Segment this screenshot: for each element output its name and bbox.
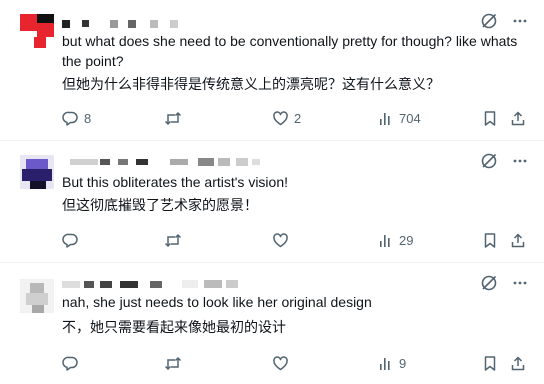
tweet-translation: 但这彻底摧毁了艺术家的愿景！ [62, 197, 258, 213]
grok-icon[interactable] [480, 152, 498, 170]
bookmark-icon [484, 356, 496, 371]
grok-icon[interactable] [480, 274, 498, 292]
view-count: 9 [399, 356, 407, 371]
views-button[interactable]: 9 [378, 355, 406, 372]
avatar[interactable] [20, 14, 54, 48]
views-icon [380, 235, 390, 247]
tweet-text: But this obliterates the artist's vision… [62, 172, 524, 215]
retweet-button[interactable] [164, 110, 187, 127]
bookmark-button[interactable] [482, 232, 498, 249]
avatar[interactable] [20, 155, 54, 189]
reply-icon [62, 111, 78, 126]
share-button[interactable] [510, 355, 526, 372]
like-button[interactable] [272, 232, 294, 249]
grok-icon[interactable] [480, 12, 498, 30]
more-icon[interactable] [512, 275, 528, 291]
retweet-icon [164, 356, 182, 371]
reply-icon [62, 233, 78, 248]
reply-button[interactable]: 8 [62, 110, 91, 127]
like-icon [273, 111, 288, 126]
avatar[interactable] [20, 279, 54, 313]
tweet-text-en-line-2: the point? [62, 53, 124, 69]
share-button[interactable] [510, 232, 526, 249]
views-icon [380, 358, 390, 370]
tweet-text-en-line-1: but what does she need to be conventiona… [62, 33, 518, 49]
like-button[interactable]: 2 [272, 110, 301, 127]
tweet-3[interactable]: nah, she just needs to look like her ori… [0, 263, 544, 384]
tweet-translation: 不，她只需要看起来像她最初的设计 [62, 319, 286, 335]
views-button[interactable]: 29 [378, 232, 413, 249]
bookmark-icon [484, 233, 496, 248]
share-button[interactable] [510, 110, 526, 127]
retweet-icon [164, 111, 182, 126]
like-icon [273, 356, 288, 371]
like-button[interactable] [272, 355, 294, 372]
reply-button[interactable] [62, 232, 84, 249]
view-count: 29 [399, 233, 414, 248]
views-button[interactable]: 704 [378, 110, 421, 127]
like-count: 2 [294, 111, 302, 126]
more-icon[interactable] [512, 153, 528, 169]
retweet-button[interactable] [164, 232, 187, 249]
bookmark-button[interactable] [482, 355, 498, 372]
retweet-button[interactable] [164, 355, 187, 372]
like-icon [273, 233, 288, 248]
tweet-text: nah, she just needs to look like her ori… [62, 292, 524, 337]
tweet-text-en-line-1: nah, she just needs to look like her ori… [62, 294, 372, 310]
bookmark-button[interactable] [482, 110, 498, 127]
tweet-text-en-line-1: But this obliterates the artist's vision… [62, 174, 288, 190]
more-icon[interactable] [512, 13, 528, 29]
bookmark-icon [484, 111, 496, 126]
views-icon [380, 113, 390, 125]
retweet-icon [164, 233, 182, 248]
share-icon [511, 111, 525, 126]
reply-button[interactable] [62, 355, 84, 372]
share-icon [511, 356, 525, 371]
reply-count: 8 [84, 111, 92, 126]
view-count: 704 [399, 111, 421, 126]
share-icon [511, 233, 525, 248]
tweet-1[interactable]: but what does she need to be conventiona… [0, 0, 544, 140]
tweet-text: but what does she need to be conventiona… [62, 31, 524, 94]
tweet-translation: 但她为什么非得非得是传统意义上的漂亮呢？这有什么意义？ [62, 76, 440, 92]
reply-icon [62, 356, 78, 371]
tweet-2[interactable]: But this obliterates the artist's vision… [0, 141, 544, 262]
